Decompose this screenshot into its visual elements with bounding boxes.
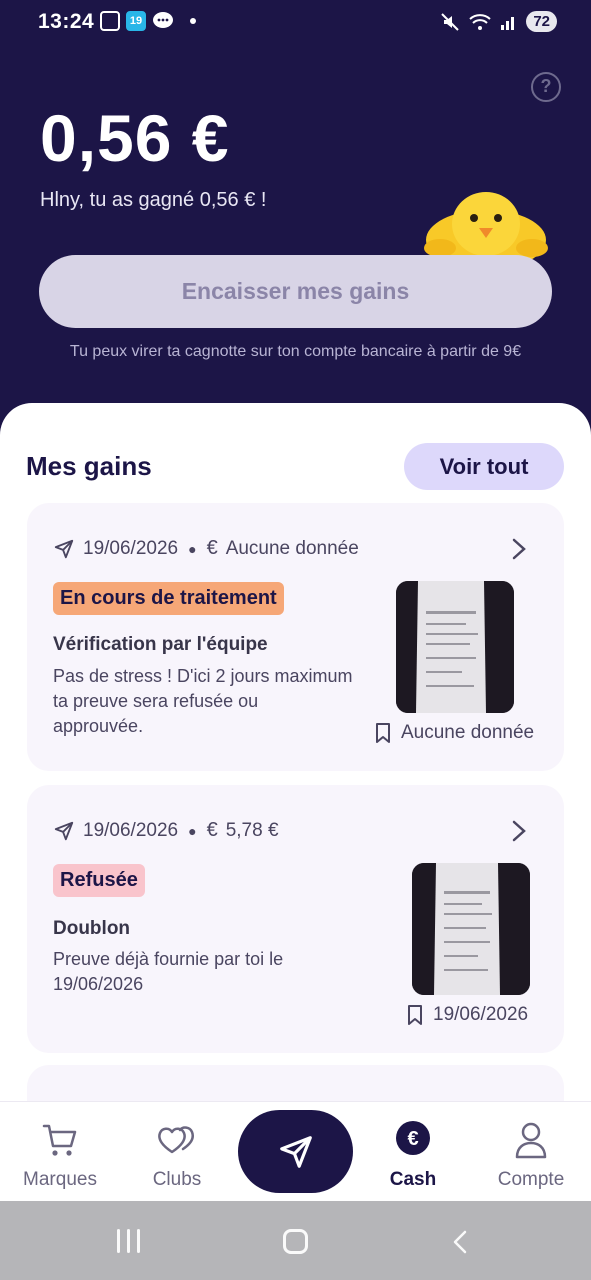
wifi-icon (469, 13, 491, 30)
card-header: 19/06/2026 ● € Aucune donnée (53, 537, 359, 560)
status-badge: En cours de traitement (53, 582, 284, 615)
gain-card[interactable]: 19/06/2026 ● € Aucune donnée En cours de… (27, 503, 564, 771)
user-icon (515, 1122, 547, 1159)
battery-indicator: 72 (526, 11, 557, 32)
chick-mascot (424, 192, 548, 260)
bookmark-icon (408, 1005, 422, 1025)
gain-card[interactable]: 19/06/2026 ● € 5,78 € Refusée Doublon Pr… (27, 785, 564, 1053)
cashout-hint: Tu peux virer ta cagnotte sur ton compte… (69, 343, 522, 360)
card-amount: 5,78 € (225, 819, 279, 841)
screen-record-icon (100, 11, 120, 31)
card-date: 19/06/2026 (83, 819, 179, 841)
system-nav-bar (0, 1201, 591, 1280)
status-description: Pas de stress ! D'ici 2 jours maximum ta… (53, 666, 353, 736)
hearts-icon (158, 1126, 194, 1154)
status-title: Vérification par l'équipe (53, 634, 268, 655)
help-icon[interactable]: ? (531, 72, 561, 102)
chevron-right-icon[interactable] (510, 537, 528, 561)
euro-coin-icon: € (396, 1121, 430, 1155)
nav-cash[interactable]: € Cash (354, 1102, 472, 1202)
bookmark-icon (376, 723, 390, 743)
bottom-nav: Marques Clubs € Cash Compte (0, 1101, 591, 1201)
notification-icons: 19 (100, 11, 196, 31)
status-badge: Refusée (53, 864, 145, 897)
nav-account[interactable]: Compte (472, 1102, 590, 1202)
separator-dot: ● (188, 540, 197, 557)
gains-sheet: Mes gains Voir tout 19/06/2026 ● € Aucun… (0, 403, 591, 1123)
dot-icon (190, 18, 196, 24)
home-icon[interactable] (283, 1229, 308, 1254)
chevron-right-icon[interactable] (510, 819, 528, 843)
status-bar: 13:24 19 72 (0, 0, 591, 48)
see-all-button[interactable]: Voir tout (404, 443, 564, 490)
send-icon (280, 1136, 312, 1168)
euro-icon: € (206, 819, 218, 841)
badge-19-icon: 19 (126, 11, 146, 31)
nav-clubs[interactable]: Clubs (118, 1102, 236, 1202)
receipt-thumbnail[interactable] (412, 863, 530, 995)
chat-bubble-icon (153, 12, 173, 28)
receipt-label: Aucune donnée (373, 722, 534, 744)
receipt-label: 19/06/2026 (405, 1004, 528, 1026)
signal-icon (501, 16, 515, 30)
status-time: 13:24 (38, 10, 95, 33)
section-title: Mes gains (26, 451, 152, 481)
back-icon[interactable] (452, 1230, 468, 1254)
card-date: 19/06/2026 (83, 537, 179, 559)
system-icons: 72 (440, 11, 557, 32)
cashout-button[interactable]: Encaisser mes gains (39, 255, 552, 328)
mute-icon (441, 12, 460, 31)
card-header: 19/06/2026 ● € 5,78 € (53, 819, 279, 842)
status-title: Doublon (53, 918, 131, 939)
status-description: Preuve déjà fournie par toi le 19/06/202… (53, 949, 284, 994)
balance-amount: 0,56 € (40, 101, 230, 175)
greeting-text: Hlny, tu as gagné 0,56 € ! (40, 189, 267, 211)
send-icon (54, 539, 74, 558)
nav-brands[interactable]: Marques (1, 1102, 119, 1202)
separator-dot: ● (188, 822, 197, 839)
recent-apps-icon[interactable] (117, 1229, 140, 1253)
cart-icon (42, 1124, 77, 1156)
receipt-thumbnail[interactable] (396, 581, 514, 713)
send-icon (54, 821, 74, 840)
svg-text:€: € (407, 1128, 418, 1150)
send-proof-button[interactable] (238, 1110, 353, 1193)
euro-icon: € (206, 537, 218, 559)
card-amount: Aucune donnée (225, 537, 359, 559)
